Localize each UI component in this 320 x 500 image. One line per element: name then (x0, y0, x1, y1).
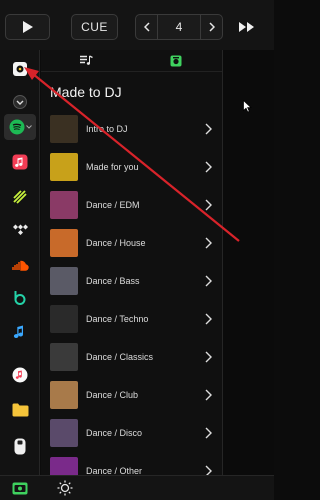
playlist-thumbnail (50, 381, 78, 409)
spotify-icon (9, 119, 24, 135)
play-button[interactable] (5, 14, 50, 40)
more-button[interactable] (227, 14, 267, 40)
bottom-bar (0, 475, 274, 500)
beatsource-icon (14, 291, 26, 305)
playlist-thumbnail (50, 115, 78, 143)
sidebar-item-itunes[interactable] (6, 319, 34, 345)
sidebar-item-spotify[interactable] (4, 114, 36, 140)
chevron-right-icon (205, 275, 212, 287)
page-number: 4 (175, 20, 183, 34)
usb-icon (14, 438, 26, 454)
tab-playlists[interactable] (41, 50, 131, 72)
playlist-label: Dance / Techno (86, 314, 149, 324)
chevron-left-icon (143, 22, 150, 32)
playlist-label: Dance / Club (86, 390, 139, 400)
playlist-thumbnail (50, 229, 78, 257)
sidebar-item-local-music[interactable] (6, 56, 34, 82)
sidebar-item-apple-music[interactable] (6, 149, 34, 175)
mouse-cursor-icon (243, 100, 252, 113)
playlist-thumbnail (50, 305, 78, 333)
browser-panel: Made to DJ Intro to DJ Made for you Danc… (41, 50, 222, 485)
playlist-thumbnail (50, 419, 78, 447)
chevron-right-icon (205, 351, 212, 363)
source-sidebar (0, 50, 40, 475)
chevron-down-icon (13, 95, 27, 109)
chevron-right-icon (205, 199, 212, 211)
sidebar-item-beatport[interactable] (6, 184, 34, 210)
chevron-right-icon (205, 237, 212, 249)
list-item[interactable]: Dance / House (41, 224, 222, 262)
cue-button[interactable]: CUE (71, 14, 118, 40)
list-item[interactable]: Dance / Classics (41, 338, 222, 376)
sidebar-item-usb[interactable] (6, 433, 34, 459)
list-item[interactable]: Dance / Club (41, 376, 222, 414)
next-button[interactable] (200, 15, 222, 39)
music-app-icon (12, 367, 28, 383)
browser-view-button[interactable] (10, 479, 30, 497)
list-item[interactable]: Dance / Disco (41, 414, 222, 452)
chevron-down-small-icon (25, 125, 32, 129)
playlist-label: Made for you (86, 162, 139, 172)
chevron-right-icon (205, 389, 212, 401)
playlist-thumbnail (50, 153, 78, 181)
playlist-icon (80, 55, 93, 65)
deck-pager: 4 (135, 14, 223, 40)
fast-forward-icon (239, 22, 254, 32)
local-music-icon (13, 62, 27, 76)
brightness-icon (57, 480, 73, 496)
transport-bar: CUE 4 (0, 0, 274, 50)
sidebar-item-music-app[interactable] (6, 362, 34, 388)
detail-panel (222, 50, 274, 475)
browser-view-icon (12, 482, 28, 494)
tab-made-to-dj[interactable] (131, 50, 221, 72)
playlist-label: Intro to DJ (86, 124, 128, 134)
beatport-icon (13, 190, 27, 204)
playlist-label: Dance / Disco (86, 428, 143, 438)
sidebar-item-soundcloud[interactable] (6, 252, 34, 278)
settings-button[interactable] (55, 479, 75, 497)
playlist-thumbnail (50, 267, 78, 295)
section-title: Made to DJ (50, 84, 122, 100)
tidal-icon (13, 224, 28, 235)
previous-button[interactable] (136, 15, 158, 39)
playlist-label: Dance / House (86, 238, 146, 248)
play-icon (22, 21, 33, 33)
list-item[interactable]: Intro to DJ (41, 110, 222, 148)
playlist-label: Dance / EDM (86, 200, 140, 210)
soundcloud-icon (12, 260, 29, 271)
folder-icon (12, 403, 28, 417)
sidebar-collapse-toggle[interactable] (6, 89, 34, 115)
browser-tabs (41, 50, 222, 72)
list-item[interactable]: Dance / Bass (41, 262, 222, 300)
made-to-dj-icon (170, 55, 182, 67)
sidebar-item-beatsource[interactable] (6, 285, 34, 311)
itunes-icon (13, 325, 24, 339)
list-item[interactable]: Made for you (41, 148, 222, 186)
chevron-right-icon (205, 161, 212, 173)
chevron-right-icon (205, 123, 212, 135)
sidebar-item-folder[interactable] (6, 397, 34, 423)
chevron-right-icon (205, 313, 212, 325)
list-item[interactable]: Dance / Techno (41, 300, 222, 338)
playlist-label: Dance / Bass (86, 276, 140, 286)
playlist-thumbnail (50, 343, 78, 371)
list-item[interactable]: Dance / EDM (41, 186, 222, 224)
chevron-right-icon (208, 22, 215, 32)
playlist-label: Dance / Classics (86, 352, 154, 362)
apple-music-icon (12, 154, 28, 170)
sidebar-item-tidal[interactable] (6, 217, 34, 243)
chevron-right-icon (205, 427, 212, 439)
playlist-thumbnail (50, 191, 78, 219)
